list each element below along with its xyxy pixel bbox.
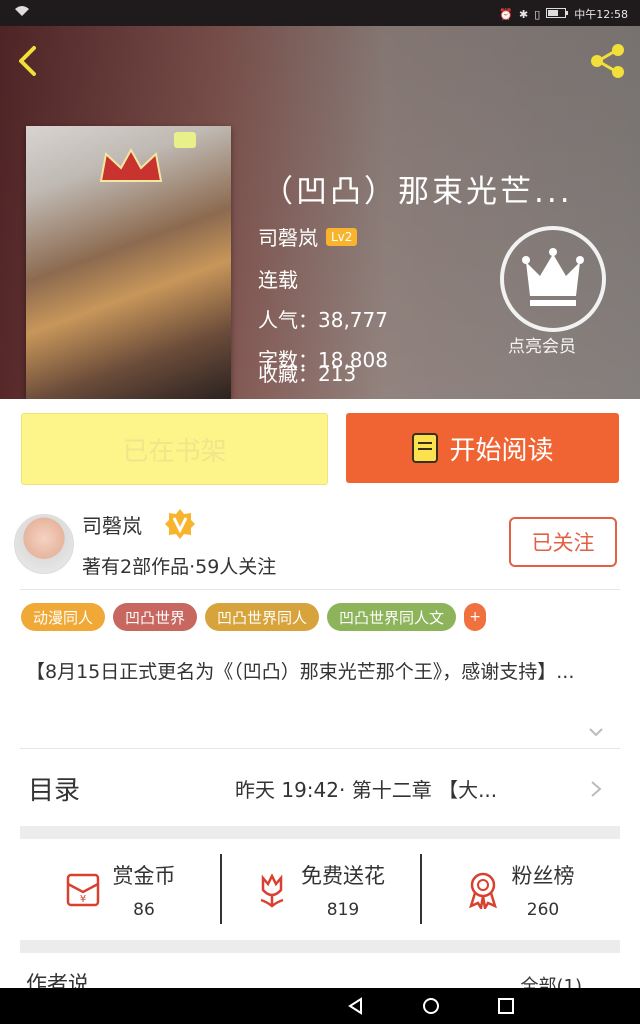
nav-back-icon[interactable]: [346, 996, 366, 1016]
author-name[interactable]: 司磬岚: [82, 510, 142, 539]
section-divider: [20, 826, 620, 839]
svg-text:¥: ¥: [79, 894, 85, 905]
tag-list: 动漫同人 凹凸世界 凹凸世界同人 凹凸世界同人文 +: [21, 603, 487, 631]
start-reading-label: 开始阅读: [449, 435, 554, 466]
cover-badge: [174, 132, 196, 148]
fan-rank-button[interactable]: 粉丝榜 260: [420, 840, 620, 940]
stat-label: 赏金币: [112, 864, 176, 888]
avatar[interactable]: [14, 514, 74, 574]
table-of-contents-row[interactable]: 目录 昨天 19:42· 第十二章 【大...: [0, 750, 640, 824]
vibrate-icon: ▯: [534, 7, 541, 21]
author-stats: 著有2部作品·59人关注: [82, 556, 277, 578]
add-tag-button[interactable]: +: [464, 603, 487, 631]
medal-icon: [468, 872, 497, 909]
share-icon: [591, 44, 624, 78]
engagement-stats: ¥ 赏金币 86 免费送花 819 粉丝榜 260: [20, 840, 620, 940]
book-favorites: 收藏：213: [258, 362, 357, 386]
send-flower-button[interactable]: 免费送花 819: [220, 840, 420, 940]
stat-value: 819: [326, 900, 360, 920]
share-button[interactable]: [588, 42, 626, 80]
system-nav-bar: [0, 988, 640, 1024]
stat-label: 免费送花: [301, 864, 385, 888]
red-envelope-icon: ¥: [66, 873, 99, 907]
book-description: 【8月15日正式更名为《（凹凸）那束光芒那个王》，感谢支持】...: [26, 661, 575, 683]
nav-home-icon[interactable]: [421, 996, 441, 1016]
bluetooth-icon: ✱: [519, 7, 529, 21]
tag-item[interactable]: 凹凸世界同人: [205, 603, 320, 631]
stat-value: 260: [526, 900, 560, 920]
toc-label: 目录: [28, 776, 81, 806]
cover-crown-icon: [99, 147, 163, 182]
chevron-right-icon: [591, 781, 602, 797]
section-divider: [20, 940, 620, 953]
clock-text: 中午12:58: [574, 8, 628, 21]
tag-item[interactable]: 动漫同人: [21, 603, 106, 631]
in-shelf-button[interactable]: 已在书架: [21, 413, 328, 485]
verified-badge-icon: [165, 509, 195, 539]
flower-icon: [260, 873, 284, 908]
tag-item[interactable]: 凹凸世界同人文: [327, 603, 457, 631]
nav-recents-icon[interactable]: [496, 996, 516, 1016]
crown-icon: [522, 248, 584, 306]
book-author[interactable]: 司磬岚: [258, 222, 318, 251]
back-button[interactable]: [14, 44, 42, 78]
stat-label: 粉丝榜: [511, 864, 575, 888]
book-popularity: 人气：38,777: [258, 308, 388, 332]
latest-chapter: 昨天 19:42· 第十二章 【大...: [235, 778, 498, 802]
start-reading-button[interactable]: 开始阅读: [346, 413, 619, 483]
book-status: 连载: [258, 268, 298, 292]
book-cover[interactable]: [26, 126, 231, 399]
battery-icon: [546, 7, 569, 21]
book-title: （凹凸）那束光芒...: [262, 174, 573, 210]
divider: [20, 748, 620, 749]
author-level-badge: Lv2: [326, 227, 358, 246]
member-button[interactable]: [500, 226, 606, 332]
stat-value: 86: [133, 900, 155, 920]
alarm-icon: ⏰: [499, 7, 514, 21]
chevron-down-icon[interactable]: [588, 726, 604, 738]
book-icon: [412, 433, 439, 463]
member-label: 点亮会员: [508, 337, 576, 357]
reward-coins-button[interactable]: ¥ 赏金币 86: [20, 840, 220, 940]
book-header: （凹凸）那束光芒... 司磬岚 Lv2 连载 人气：38,777 字数：18,8…: [0, 26, 640, 399]
wifi-icon: [14, 5, 30, 20]
chevron-left-icon: [19, 46, 36, 76]
tag-item[interactable]: 凹凸世界: [113, 603, 198, 631]
follow-button[interactable]: 已关注: [509, 517, 617, 567]
author-card: 司磬岚 著有2部作品·59人关注 已关注: [0, 500, 640, 588]
divider: [20, 589, 620, 590]
status-bar: ⏰ ✱ ▯ 中午12:58: [0, 0, 640, 26]
